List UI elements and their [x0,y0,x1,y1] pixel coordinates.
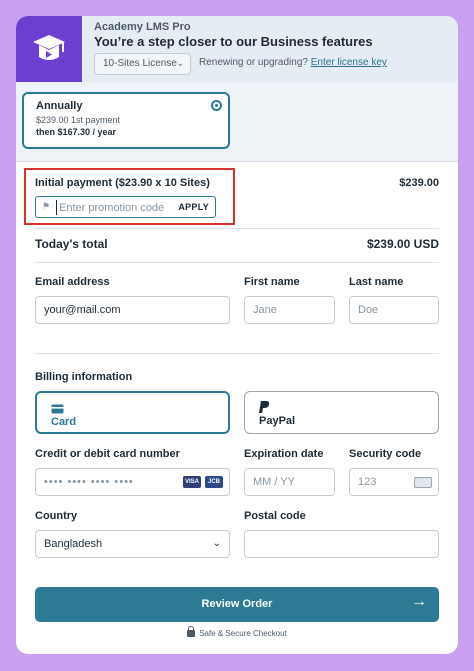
card-number-placeholder: •••• •••• •••• •••• [44,476,134,488]
plan-title: Annually [36,100,83,112]
promo-code-input[interactable] [56,200,176,215]
card-number-label: Credit or debit card number [35,448,180,460]
initial-payment-label: Initial payment ($23.90 x 10 Sites) [35,177,210,189]
tag-icon: ⚑ [42,201,51,211]
secure-checkout-note: Safe & Secure Checkout [16,626,458,638]
checkout-header: Academy LMS Pro You’re a step closer to … [16,16,458,82]
country-label: Country [35,510,78,522]
postal-code-label: Postal code [244,510,306,522]
header-headline: You’re a step closer to our Business fea… [94,34,373,49]
security-code-field[interactable]: 123 [349,468,439,496]
country-value: Bangladesh [44,538,103,550]
country-select[interactable]: Bangladesh ⌄ [35,530,230,558]
security-code-placeholder: 123 [358,476,377,488]
card-number-field[interactable]: •••• •••• •••• •••• VISA JCB [35,468,230,496]
review-order-button[interactable]: Review Order → [35,587,439,622]
last-name-field[interactable]: Doe [349,296,439,324]
paypal-method-label: PayPal [259,415,296,427]
expiration-label: Expiration date [244,448,324,460]
checkout-card: Academy LMS Pro You’re a step closer to … [16,16,458,654]
chevron-down-icon: ⌄ [212,538,221,549]
payment-method-paypal[interactable]: PayPal [244,391,439,434]
total-label: Today's total [35,237,108,251]
postal-code-field[interactable] [244,530,439,558]
last-name-label: Last name [349,276,404,288]
jcb-icon: JCB [205,476,223,488]
plan-section: Annually $239.00 1st payment then $167.3… [16,82,458,162]
card-cvc-icon [414,477,432,488]
expiration-field[interactable]: MM / YY [244,468,335,496]
license-select[interactable]: 10-Sites License ⌄ [94,53,191,75]
academy-logo-icon [16,16,82,82]
promo-code-field: ⚑ APPLY [35,196,216,218]
enter-license-link[interactable]: Enter license key [311,57,387,68]
card-method-label: Card [51,416,77,428]
product-name: Academy LMS Pro [94,21,191,33]
visa-icon: VISA [183,476,201,488]
plan-radio[interactable] [211,100,222,111]
plan-first-payment: $239.00 1st payment [36,115,121,125]
plan-option-annually[interactable]: Annually $239.00 1st payment then $167.3… [22,92,230,149]
payment-method-card[interactable]: Card [35,391,230,434]
divider [35,262,439,263]
license-select-value: 10-Sites License [103,58,177,69]
initial-payment-amount: $239.00 [399,177,439,189]
plan-renewal-price: then $167.30 / year [36,127,117,137]
email-label: Email address [35,276,110,288]
review-order-label: Review Order [201,598,273,610]
security-code-label: Security code [349,448,422,460]
email-field[interactable]: your@mail.com [35,296,230,324]
total-amount: $239.00 USD [366,237,439,251]
divider [35,228,439,229]
renew-text: Renewing or upgrading? Enter license key [199,57,387,68]
chevron-down-icon: ⌄ [176,58,184,68]
divider [35,353,439,354]
arrow-right-icon: → [411,593,427,610]
apply-button[interactable]: APPLY [178,202,209,212]
secure-checkout-text: Safe & Secure Checkout [199,629,287,638]
first-name-field[interactable]: Jane [244,296,335,324]
renew-question: Renewing or upgrading? [199,57,308,68]
lock-icon [187,626,196,637]
billing-label: Billing information [35,371,133,383]
first-name-label: First name [244,276,300,288]
